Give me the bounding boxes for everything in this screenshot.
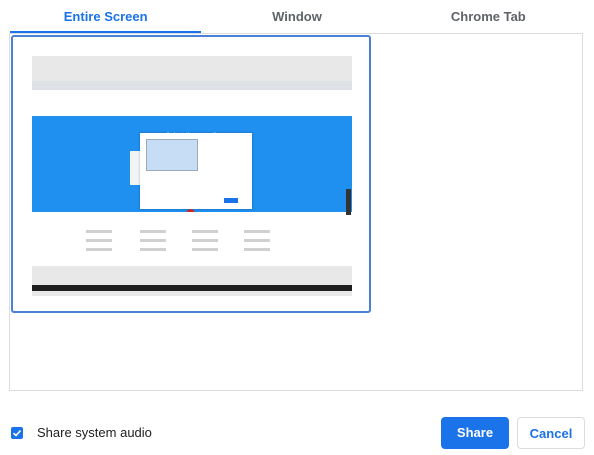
thumbnail-list-row: [86, 239, 112, 242]
share-audio-label: Share system audio: [37, 425, 152, 440]
thumbnail-list-row: [140, 248, 166, 251]
cancel-button[interactable]: Cancel: [517, 417, 585, 449]
thumbnail-list-area: [32, 212, 352, 266]
share-button[interactable]: Share: [441, 417, 509, 449]
tab-chrome-tab[interactable]: Chrome Tab: [393, 0, 584, 33]
entire-screen-source[interactable]: Select the recording: [11, 35, 371, 313]
thumbnail-modal: [140, 133, 252, 209]
thumbnail-list-row: [140, 239, 166, 242]
thumbnail-list-row: [192, 239, 218, 242]
source-list-pane: Select the recording: [9, 33, 583, 391]
thumbnail-screen: Select the recording: [32, 81, 352, 291]
thumbnail-list-row: [192, 230, 218, 233]
thumbnail-list-row: [140, 230, 166, 233]
tab-window[interactable]: Window: [201, 0, 392, 33]
screen-thumbnail: Select the recording: [32, 56, 352, 296]
thumbnail-modal-button: [224, 198, 238, 203]
thumbnail-taskbar: [32, 285, 352, 291]
thumbnail-browser-tabs: [32, 81, 352, 90]
thumbnail-side-toolbar: [346, 189, 351, 215]
thumbnail-list-row: [86, 230, 112, 233]
tab-entire-screen[interactable]: Entire Screen: [10, 0, 202, 33]
share-audio-checkbox[interactable]: [11, 427, 23, 439]
thumbnail-list-row: [192, 248, 218, 251]
thumbnail-modal-preview: [146, 139, 198, 171]
thumbnail-list-row: [244, 239, 270, 242]
source-tabs: Entire Screen Window Chrome Tab: [10, 0, 584, 33]
thumbnail-list-row: [86, 248, 112, 251]
thumbnail-list-row: [244, 230, 270, 233]
checkmark-icon: [12, 429, 22, 437]
thumbnail-site-nav: [32, 98, 352, 116]
thumbnail-list-row: [244, 248, 270, 251]
screen-share-dialog: Entire Screen Window Chrome Tab Select t…: [0, 0, 594, 455]
